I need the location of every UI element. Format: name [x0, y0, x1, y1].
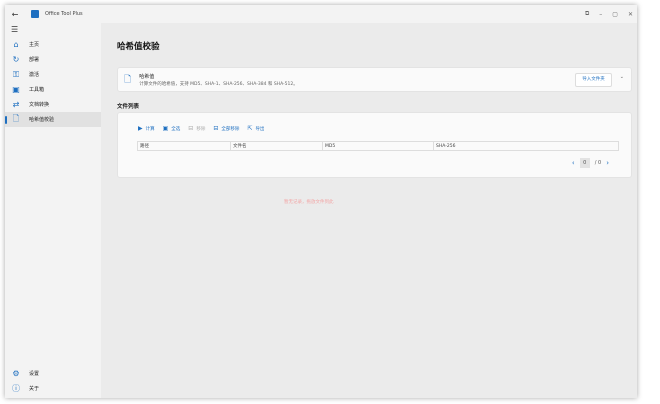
hamburger-menu-icon[interactable]: ☰ — [5, 23, 101, 37]
sidebar-item-label: 关于 — [29, 386, 40, 392]
card-description: 计算文件的哈希值，支持 MD5、SHA-1、SHA-256、SHA-384 和 … — [139, 81, 298, 87]
button-label: 导出 — [255, 127, 265, 132]
home-icon: ⌂ — [13, 40, 19, 49]
sidebar-item-label: 激活 — [29, 72, 40, 78]
theme-button[interactable]: ⧉ — [585, 10, 589, 18]
sidebar-item-hash[interactable]: 🗋 哈希值校验 — [5, 112, 101, 127]
minimize-button[interactable]: – — [599, 11, 602, 18]
sidebar-item-label: 工具箱 — [29, 87, 45, 93]
toolbox-icon: ▣ — [12, 85, 20, 94]
info-icon: ⓘ — [12, 384, 20, 393]
next-page-icon[interactable]: › — [606, 159, 609, 167]
sidebar: ☰ ⌂ 主页 ↻ 部署 ⚿ 激活 ▣ 工具箱 ⇄ 文档转换 🗋 哈希值校验 ⚙ 设置 ⓘ 关于 — [5, 23, 101, 398]
button-label: 计算 — [145, 127, 155, 132]
table-header: 路径 文件名 MD5 SHA-256 — [137, 141, 619, 151]
file-list-card: ▶ 计算 ▣ 全选 ⊟ 移除 ⊟ 全部移除 ⇱ 导出 路径 文件名 MD5 SHA-256… — [117, 112, 632, 178]
sidebar-item-home[interactable]: ⌂ 主页 — [5, 37, 101, 52]
button-label: 全选 — [171, 127, 181, 132]
key-icon: ⚿ — [12, 69, 20, 79]
remove-all-icon: ⊟ — [213, 125, 219, 132]
title-bar: ← Office Tool Plus ⧉ – ▢ ✕ — [5, 5, 637, 23]
back-button[interactable]: ← — [5, 10, 25, 19]
app-title: Office Tool Plus — [45, 11, 83, 17]
file-icon: 🗋 — [12, 113, 20, 123]
sidebar-item-label: 设置 — [29, 371, 40, 377]
convert-icon: ⇄ — [12, 100, 20, 109]
column-header-filename[interactable]: 文件名 — [230, 141, 323, 151]
sidebar-item-label: 哈希值校验 — [29, 117, 55, 123]
sidebar-item-deploy[interactable]: ↻ 部署 — [5, 52, 101, 67]
export-button[interactable]: ⇱ 导出 — [247, 125, 264, 132]
maximize-button[interactable]: ▢ — [612, 11, 618, 18]
gear-icon: ⚙ — [12, 369, 20, 378]
card-title: 哈希值 — [139, 73, 155, 80]
import-button[interactable]: 导入文件夹 — [575, 73, 612, 87]
page-title: 哈希值校验 — [117, 42, 160, 52]
hash-info-card: 🗋 哈希值 计算文件的哈希值，支持 MD5、SHA-1、SHA-256、SHA-3… — [117, 67, 632, 92]
sidebar-item-convert[interactable]: ⇄ 文档转换 — [5, 97, 101, 112]
calculate-button[interactable]: ▶ 计算 — [138, 125, 155, 132]
select-all-icon: ▣ — [162, 125, 169, 132]
remove-all-button[interactable]: ⊟ 全部移除 — [213, 125, 239, 132]
sidebar-item-settings[interactable]: ⚙ 设置 — [5, 366, 101, 381]
button-label: 全部移除 — [221, 127, 240, 132]
sidebar-item-activate[interactable]: ⚿ 激活 — [5, 67, 101, 82]
export-icon: ⇱ — [247, 125, 253, 132]
column-header-md5[interactable]: MD5 — [322, 141, 434, 151]
main-content: 哈希值校验 🗋 哈希值 计算文件的哈希值，支持 MD5、SHA-1、SHA-256… — [101, 23, 637, 398]
prev-page-icon[interactable]: ‹ — [572, 159, 575, 167]
empty-hint: 暂无记录，拖放文件到此 — [284, 200, 334, 205]
close-button[interactable]: ✕ — [628, 11, 633, 18]
deploy-icon: ↻ — [12, 55, 20, 64]
toolbar: ▶ 计算 ▣ 全选 ⊟ 移除 ⊟ 全部移除 ⇱ 导出 — [138, 125, 264, 132]
chevron-down-icon[interactable]: ⌄ — [620, 74, 624, 80]
page-total: / 0 — [594, 160, 602, 166]
sidebar-item-label: 主页 — [29, 42, 40, 48]
file-icon: 🗋 — [124, 74, 132, 85]
section-title: 文件列表 — [117, 104, 140, 110]
play-icon: ▶ — [138, 125, 143, 132]
sidebar-item-about[interactable]: ⓘ 关于 — [5, 381, 101, 396]
page-input[interactable]: 0 — [579, 158, 590, 168]
column-header-path[interactable]: 路径 — [137, 141, 231, 151]
sidebar-item-toolbox[interactable]: ▣ 工具箱 — [5, 82, 101, 97]
app-logo-icon — [31, 10, 39, 18]
sidebar-item-label: 部署 — [29, 57, 40, 63]
pagination: ‹ 0 / 0 › — [572, 158, 609, 168]
app-window: ← Office Tool Plus ⧉ – ▢ ✕ ☰ ⌂ 主页 ↻ 部署 ⚿ 激活… — [5, 5, 637, 398]
sidebar-item-label: 文档转换 — [29, 102, 50, 108]
remove-icon: ⊟ — [188, 125, 194, 132]
select-all-button[interactable]: ▣ 全选 — [163, 125, 181, 132]
button-label: 移除 — [196, 127, 206, 132]
column-header-sha256[interactable]: SHA-256 — [433, 141, 619, 151]
remove-button[interactable]: ⊟ 移除 — [188, 125, 205, 132]
file-table: 路径 文件名 MD5 SHA-256 — [137, 141, 619, 151]
